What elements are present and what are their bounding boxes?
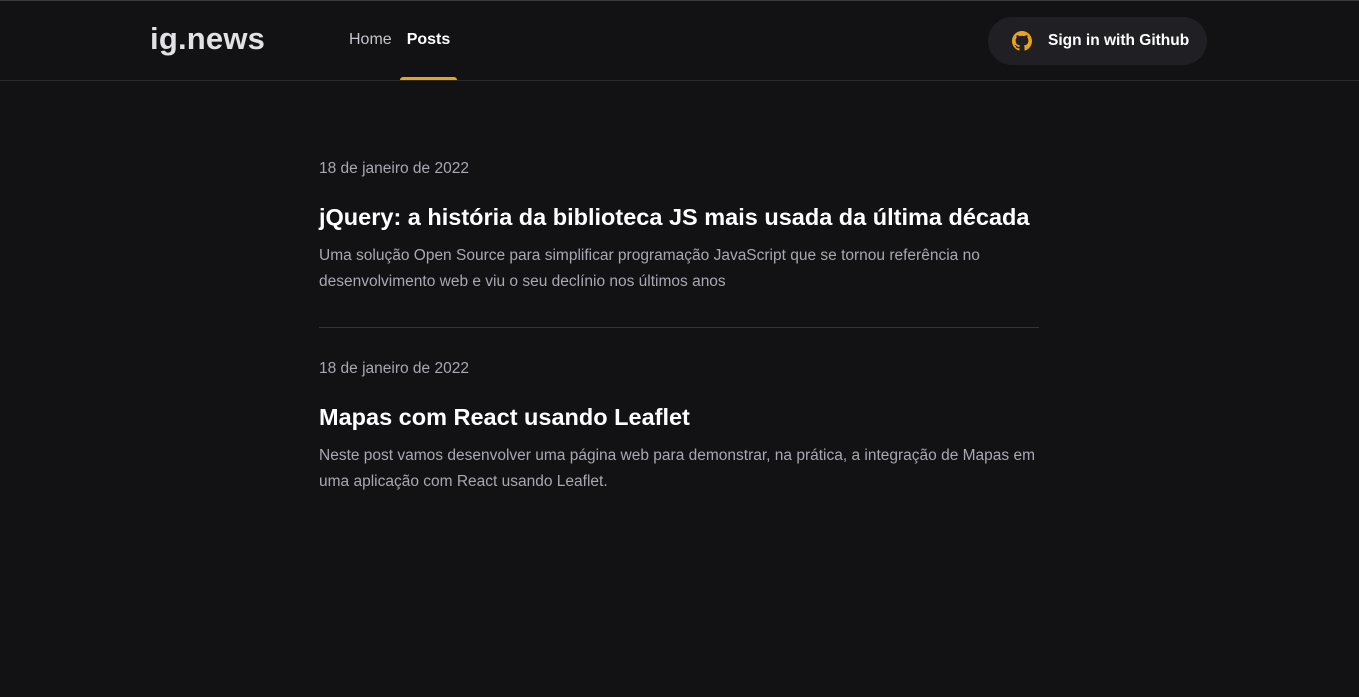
post-title[interactable]: jQuery: a história da biblioteca JS mais… — [319, 204, 1029, 231]
logo[interactable]: ig.news — [150, 21, 265, 57]
nav-link-home[interactable]: Home — [349, 0, 392, 79]
nav-link-posts[interactable]: Posts — [400, 0, 457, 79]
active-nav-indicator — [400, 77, 457, 80]
post-divider — [319, 327, 1039, 328]
github-icon — [1012, 31, 1032, 51]
post-title[interactable]: Mapas com React usando Leaflet — [319, 404, 690, 431]
site-header: ig.news Home Posts Sign in with Github — [0, 1, 1359, 81]
signin-label: Sign in with Github — [1048, 32, 1190, 49]
post-excerpt: Uma solução Open Source para simplificar… — [319, 247, 980, 290]
signin-github-button[interactable]: Sign in with Github — [988, 17, 1207, 65]
post-date: 18 de janeiro de 2022 — [319, 360, 469, 377]
post-date: 18 de janeiro de 2022 — [319, 160, 469, 177]
post-excerpt: Neste post vamos desenvolver uma página … — [319, 447, 1035, 490]
